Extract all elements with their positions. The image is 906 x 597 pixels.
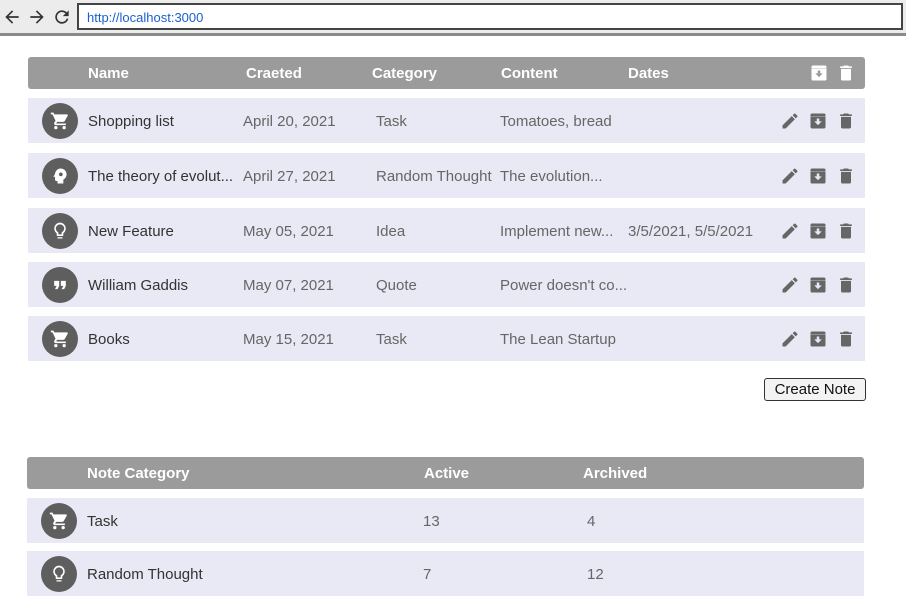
browser-toolbar: http://localhost:3000 [0, 0, 906, 36]
stats-category: Task [87, 513, 118, 530]
note-name: New Feature [88, 223, 174, 240]
note-category: Task [376, 113, 407, 130]
header-archived: Archived [583, 465, 648, 482]
note-category: Random Thought [376, 168, 492, 185]
header-category: Category [372, 65, 438, 82]
note-dates: 3/5/2021, 5/5/2021 [628, 223, 754, 240]
head-gear-icon [42, 158, 78, 194]
note-row: Books May 15, 2021 Task The Lean Startup [28, 316, 865, 361]
url-bar[interactable]: http://localhost:3000 [77, 3, 903, 30]
notes-table-header: Name Craeted Category Content Dates [28, 57, 865, 89]
lightbulb-icon [42, 213, 78, 249]
archive-icon[interactable] [808, 221, 828, 241]
note-created: May 15, 2021 [243, 331, 334, 348]
note-content: Implement new... [500, 223, 614, 240]
archive-icon[interactable] [808, 111, 828, 131]
edit-pencil-icon[interactable] [780, 166, 800, 186]
note-created: May 05, 2021 [243, 223, 334, 240]
edit-pencil-icon[interactable] [780, 329, 800, 349]
header-created: Craeted [246, 65, 302, 82]
header-content: Content [501, 65, 558, 82]
note-created: April 27, 2021 [243, 168, 336, 185]
note-name: William Gaddis [88, 277, 189, 294]
stats-category: Random Thought [87, 566, 203, 583]
note-content: Power doesn't co... [500, 277, 628, 294]
quote-icon [42, 267, 78, 303]
header-dates: Dates [628, 65, 669, 82]
archive-icon[interactable] [808, 275, 828, 295]
delete-trash-icon[interactable] [836, 221, 856, 241]
lightbulb-icon [41, 556, 77, 592]
archive-icon[interactable] [808, 329, 828, 349]
note-row: The theory of evolut... April 27, 2021 R… [28, 153, 865, 198]
note-name: Shopping list [88, 113, 174, 130]
archive-all-icon[interactable] [809, 63, 829, 83]
stats-archived: 4 [587, 513, 596, 530]
reload-icon[interactable] [52, 6, 72, 28]
create-note-button[interactable]: Create Note [764, 378, 866, 401]
stats-table-header: Note Category Active Archived [27, 457, 864, 489]
header-active: Active [424, 465, 470, 482]
cart-icon [41, 503, 77, 539]
note-name: The theory of evolut... [88, 168, 234, 185]
archive-icon[interactable] [808, 166, 828, 186]
delete-trash-icon[interactable] [836, 111, 856, 131]
delete-trash-icon[interactable] [836, 329, 856, 349]
edit-pencil-icon[interactable] [780, 111, 800, 131]
stats-active: 13 [423, 513, 440, 530]
edit-pencil-icon[interactable] [780, 221, 800, 241]
cart-icon [42, 321, 78, 357]
delete-trash-icon[interactable] [836, 166, 856, 186]
note-name: Books [88, 331, 130, 348]
note-category: Quote [376, 277, 417, 294]
note-content: Tomatoes, bread [500, 113, 612, 130]
forward-arrow-icon[interactable] [27, 6, 47, 28]
header-note-category: Note Category [87, 465, 190, 482]
header-name: Name [88, 65, 129, 82]
note-row: William Gaddis May 07, 2021 Quote Power … [28, 262, 865, 307]
delete-all-icon[interactable] [836, 63, 856, 83]
back-arrow-icon[interactable] [2, 6, 22, 28]
edit-pencil-icon[interactable] [780, 275, 800, 295]
note-row: New Feature May 05, 2021 Idea Implement … [28, 208, 865, 253]
delete-trash-icon[interactable] [836, 275, 856, 295]
cart-icon [42, 103, 78, 139]
note-created: April 20, 2021 [243, 113, 336, 130]
note-content: The evolution... [500, 168, 603, 185]
note-row: Shopping list April 20, 2021 Task Tomato… [28, 98, 865, 143]
stats-row: Random Thought 7 12 [27, 551, 864, 596]
note-category: Task [376, 331, 407, 348]
stats-archived: 12 [587, 566, 604, 583]
stats-active: 7 [423, 566, 432, 583]
note-content: The Lean Startup [500, 331, 616, 348]
stats-row: Task 13 4 [27, 498, 864, 543]
note-category: Idea [376, 223, 406, 240]
note-created: May 07, 2021 [243, 277, 334, 294]
